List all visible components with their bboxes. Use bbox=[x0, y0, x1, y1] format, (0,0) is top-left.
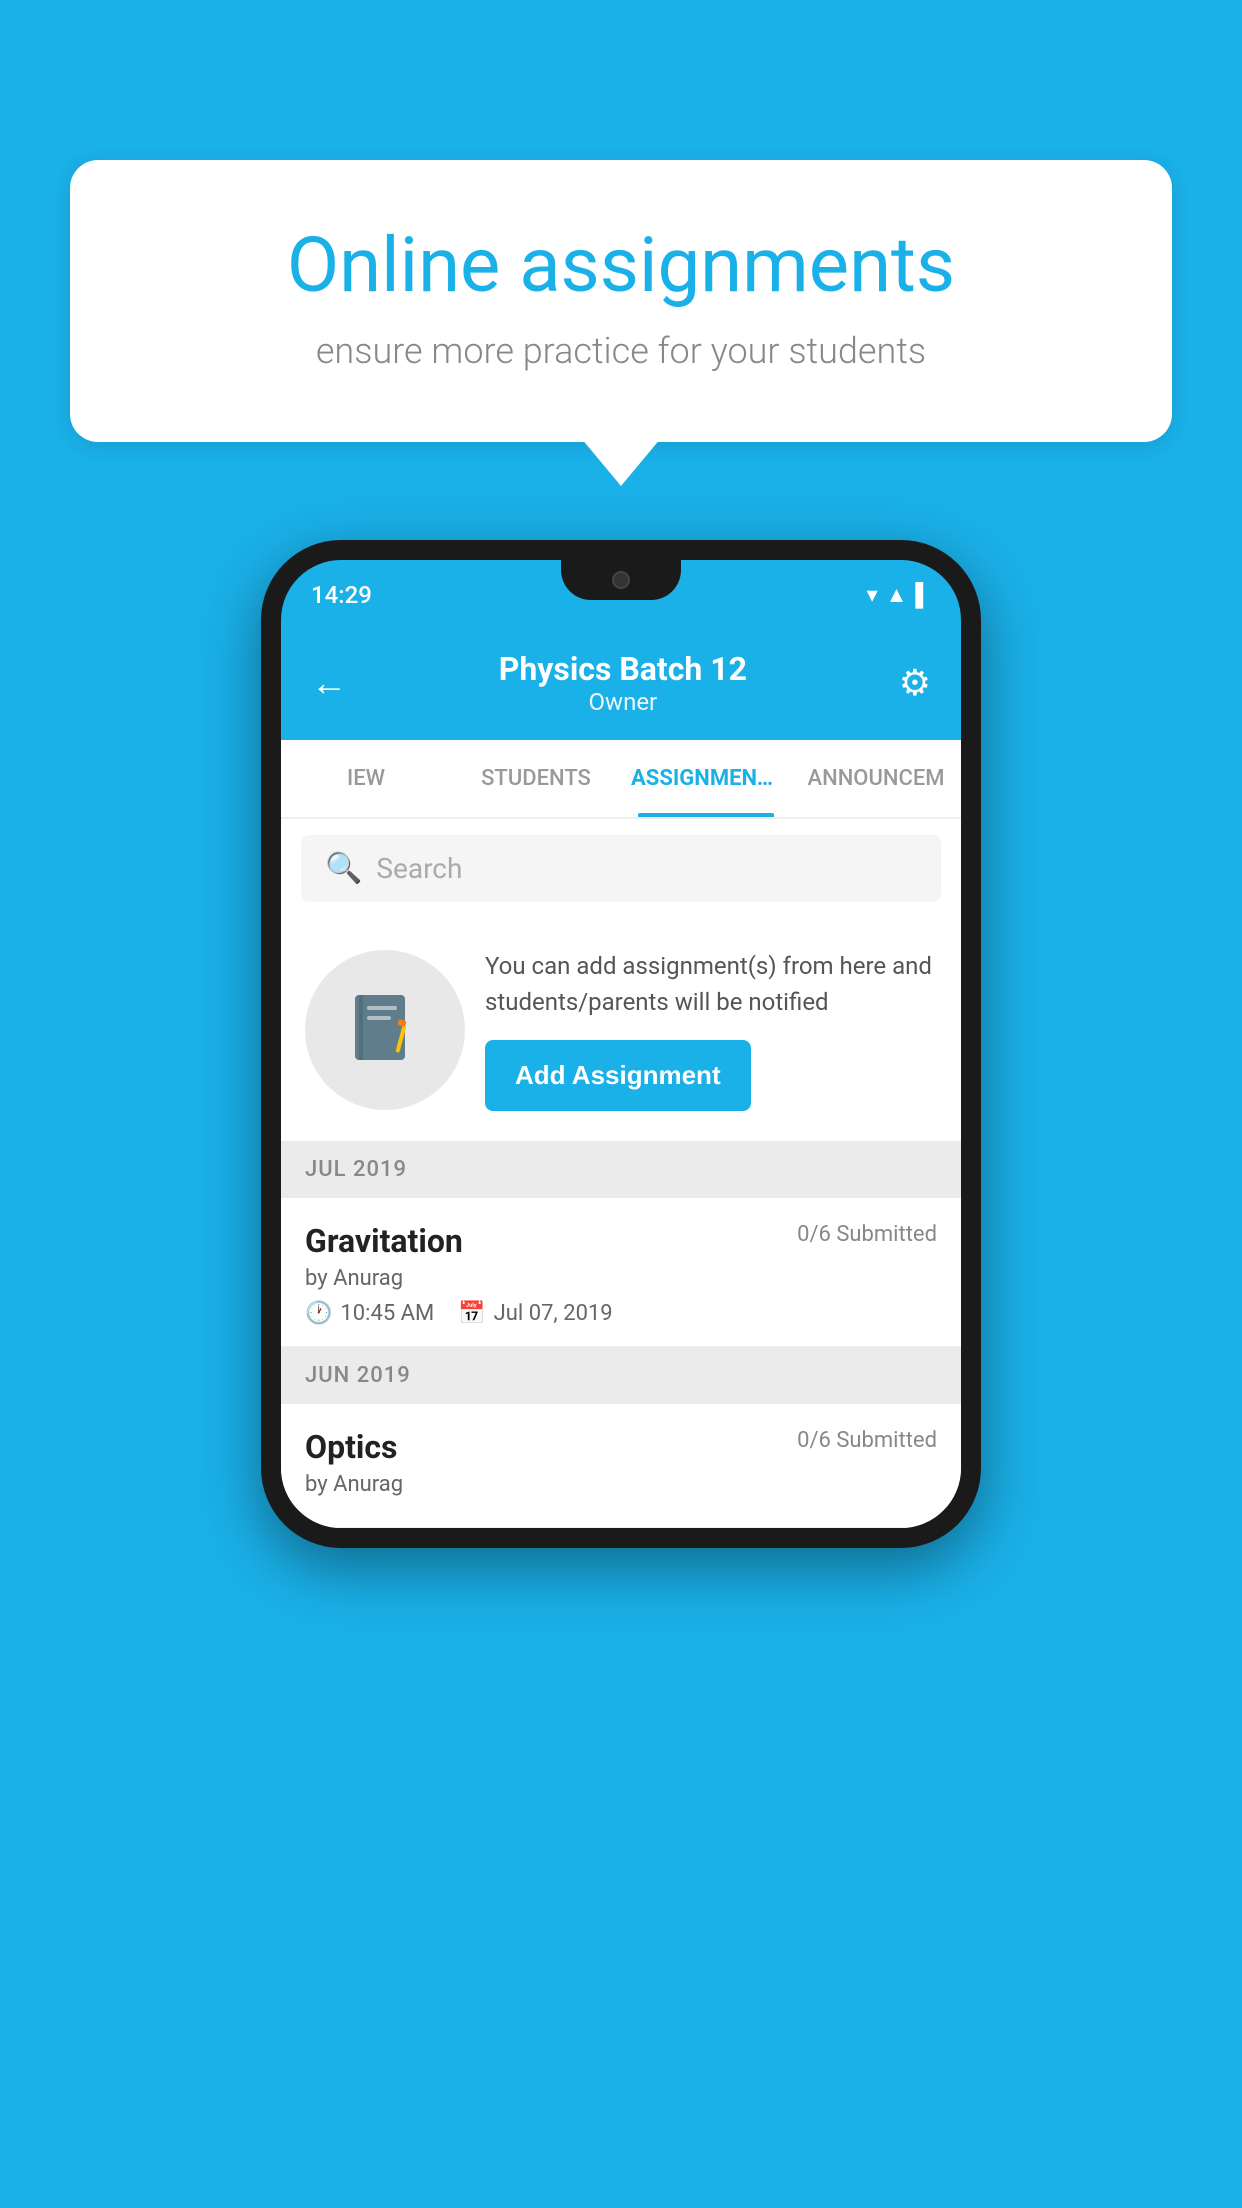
search-bar-container: 🔍 Search bbox=[281, 819, 961, 918]
assignment-title: Gravitation bbox=[305, 1222, 463, 1260]
app-bar: ← Physics Batch 12 Owner ⚙ bbox=[281, 630, 961, 740]
assignment-date: Jul 07, 2019 bbox=[494, 1301, 613, 1326]
phone-frame: 14:29 ▾ ▲ ▌ ← Physics Batch 12 Owner ⚙ bbox=[261, 540, 981, 1548]
tabs-bar: IEW STUDENTS ASSIGNMENTS ANNOUNCEM bbox=[281, 740, 961, 819]
speech-bubble: Online assignments ensure more practice … bbox=[70, 160, 1172, 442]
speech-bubble-subtitle: ensure more practice for your students bbox=[140, 330, 1102, 372]
signal-icon: ▲ bbox=[886, 582, 908, 608]
assignment-top-row-optics: Optics 0/6 Submitted bbox=[305, 1428, 937, 1466]
tab-assignments[interactable]: ASSIGNMENTS bbox=[621, 740, 791, 817]
camera bbox=[612, 571, 630, 589]
status-bar: 14:29 ▾ ▲ ▌ bbox=[281, 560, 961, 630]
tab-students[interactable]: STUDENTS bbox=[451, 740, 621, 817]
clock-icon: 🕐 bbox=[305, 1301, 332, 1326]
meta-time: 🕐 10:45 AM bbox=[305, 1301, 434, 1326]
info-section: You can add assignment(s) from here and … bbox=[281, 918, 961, 1141]
settings-icon[interactable]: ⚙ bbox=[899, 662, 931, 704]
tab-announcements[interactable]: ANNOUNCEM bbox=[791, 740, 961, 817]
phone-mockup: 14:29 ▾ ▲ ▌ ← Physics Batch 12 Owner ⚙ bbox=[261, 540, 981, 1548]
search-input[interactable]: Search bbox=[376, 852, 462, 885]
assignment-item-optics[interactable]: Optics 0/6 Submitted by Anurag bbox=[281, 1404, 961, 1528]
speech-bubble-title: Online assignments bbox=[140, 220, 1102, 310]
calendar-icon: 📅 bbox=[458, 1301, 485, 1326]
status-icons: ▾ ▲ ▌ bbox=[867, 582, 931, 608]
add-assignment-button[interactable]: Add Assignment bbox=[485, 1040, 751, 1111]
notebook-icon bbox=[345, 990, 425, 1070]
info-text-section: You can add assignment(s) from here and … bbox=[485, 948, 937, 1111]
meta-date: 📅 Jul 07, 2019 bbox=[458, 1301, 612, 1326]
app-bar-title: Physics Batch 12 bbox=[499, 650, 747, 688]
back-button[interactable]: ← bbox=[311, 662, 347, 704]
assignment-submitted: 0/6 Submitted bbox=[797, 1222, 937, 1247]
search-bar[interactable]: 🔍 Search bbox=[301, 835, 941, 902]
assignment-by-optics: by Anurag bbox=[305, 1472, 937, 1497]
app-bar-subtitle: Owner bbox=[499, 688, 747, 716]
notch bbox=[561, 560, 681, 600]
wifi-icon: ▾ bbox=[867, 583, 878, 608]
status-time: 14:29 bbox=[311, 581, 372, 609]
info-description: You can add assignment(s) from here and … bbox=[485, 948, 937, 1020]
assignment-submitted-optics: 0/6 Submitted bbox=[797, 1428, 937, 1453]
assignment-top-row: Gravitation 0/6 Submitted bbox=[305, 1222, 937, 1260]
section-header-jul: JUL 2019 bbox=[281, 1141, 961, 1198]
assignment-meta: 🕐 10:45 AM 📅 Jul 07, 2019 bbox=[305, 1301, 937, 1326]
assignment-time: 10:45 AM bbox=[340, 1301, 434, 1326]
app-bar-title-section: Physics Batch 12 Owner bbox=[499, 650, 747, 716]
speech-bubble-container: Online assignments ensure more practice … bbox=[70, 160, 1172, 442]
tab-overview[interactable]: IEW bbox=[281, 740, 451, 817]
notebook-icon-circle bbox=[305, 950, 465, 1110]
assignment-by: by Anurag bbox=[305, 1266, 937, 1291]
assignment-item-gravitation[interactable]: Gravitation 0/6 Submitted by Anurag 🕐 10… bbox=[281, 1198, 961, 1347]
battery-icon: ▌ bbox=[915, 582, 931, 608]
search-icon: 🔍 bbox=[325, 851, 362, 886]
phone-screen: IEW STUDENTS ASSIGNMENTS ANNOUNCEM 🔍 Sea… bbox=[281, 740, 961, 1528]
section-header-jun: JUN 2019 bbox=[281, 1347, 961, 1404]
assignment-title-optics: Optics bbox=[305, 1428, 397, 1466]
